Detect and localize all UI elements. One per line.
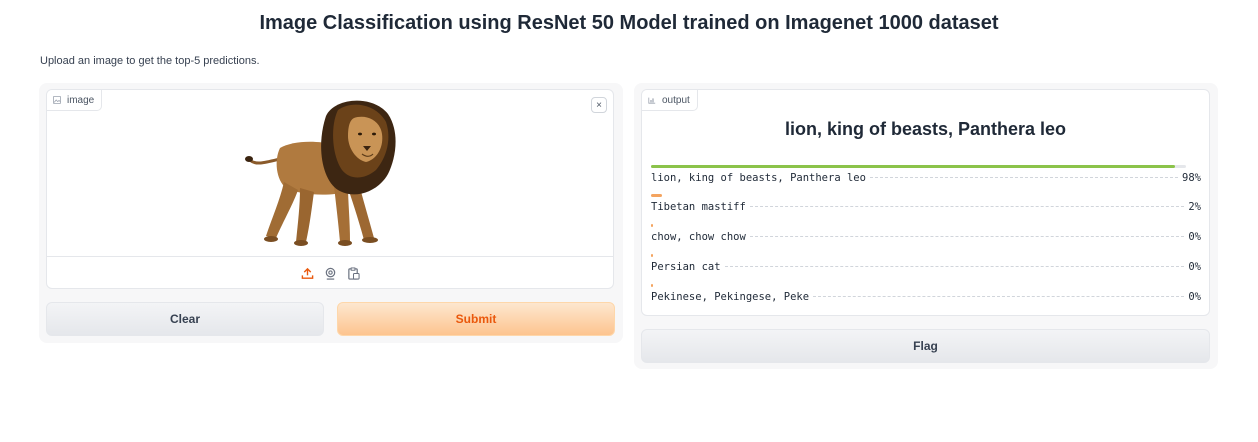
prediction-percent: 2%: [1188, 201, 1201, 213]
prediction-percent: 0%: [1188, 291, 1201, 303]
prediction-item[interactable]: Persian cat 0%: [651, 254, 1201, 284]
clear-button[interactable]: Clear: [46, 302, 324, 336]
prediction-item[interactable]: lion, king of beasts, Panthera leo 98%: [651, 165, 1201, 195]
output-label-tag: output: [642, 90, 698, 111]
webcam-icon[interactable]: [323, 266, 337, 280]
close-image-button[interactable]: ×: [591, 97, 607, 113]
dotted-leader: [813, 296, 1185, 297]
image-source-toolbar: [47, 256, 613, 288]
image-icon: [53, 96, 61, 104]
page-title: Image Classification using ResNet 50 Mod…: [259, 12, 999, 34]
output-label-box: output lion, king of beasts, Panthera le…: [641, 89, 1210, 316]
confidence-bar: [651, 224, 653, 227]
prediction-percent: 0%: [1188, 261, 1201, 273]
prediction-percent: 98%: [1182, 172, 1201, 184]
top-prediction-label: lion, king of beasts, Panthera leo: [784, 119, 1067, 139]
prediction-item[interactable]: chow, chow chow 0%: [651, 224, 1201, 254]
image-upload-area[interactable]: image ×: [46, 89, 614, 289]
flag-button[interactable]: Flag: [641, 329, 1210, 363]
input-panel: image × Clear Submit: [39, 83, 623, 343]
output-label: output: [662, 94, 690, 106]
prediction-label: lion, king of beasts, Panthera leo: [651, 172, 866, 184]
prediction-label: chow, chow chow: [651, 231, 746, 243]
confidence-bar: [651, 165, 1176, 168]
prediction-label: Tibetan mastiff: [651, 201, 746, 213]
dotted-leader: [749, 236, 1185, 237]
prediction-item[interactable]: Pekinese, Pekingese, Peke 0%: [651, 284, 1201, 314]
image-label-tag: image: [47, 90, 103, 111]
output-panel: output lion, king of beasts, Panthera le…: [634, 83, 1218, 369]
dotted-leader: [869, 177, 1179, 178]
prediction-percent: 0%: [1188, 231, 1201, 243]
submit-button[interactable]: Submit: [337, 302, 615, 336]
image-label: image: [67, 94, 95, 106]
dotted-leader: [724, 266, 1185, 267]
confidence-bar: [651, 254, 653, 257]
dotted-leader: [749, 206, 1185, 207]
label-icon: [648, 97, 656, 104]
prediction-item[interactable]: Tibetan mastiff 2%: [651, 194, 1201, 224]
prediction-label: Persian cat: [651, 261, 721, 273]
prediction-label: Pekinese, Pekingese, Peke: [651, 291, 810, 303]
uploaded-lion-image: [242, 96, 402, 254]
clipboard-icon[interactable]: [346, 266, 360, 280]
page-description: Upload an image to get the top-5 predict…: [40, 55, 260, 67]
upload-icon[interactable]: [300, 266, 314, 280]
confidence-bar: [651, 284, 653, 287]
confidence-bar: [651, 194, 662, 197]
